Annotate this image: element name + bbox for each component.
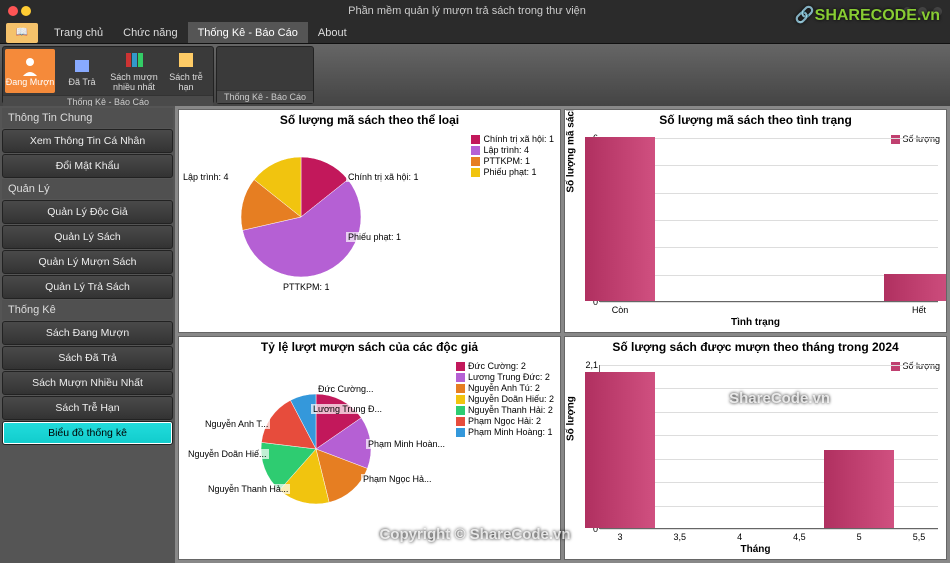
bar bbox=[585, 372, 655, 528]
window-min-icon[interactable] bbox=[21, 6, 31, 16]
legend-item: Lương Trung Đức: 2 bbox=[456, 372, 554, 382]
pie-callout: Lương Trung Đ... bbox=[311, 404, 384, 414]
x-tick: Còn bbox=[612, 305, 629, 315]
toolbar-group-label-2: Thống Kê - Báo Cáo bbox=[217, 90, 313, 103]
sidebar: Thông Tin Chung Xem Thông Tin Cá Nhân Đổ… bbox=[0, 106, 175, 563]
tab-chuc-nang[interactable]: Chức năng bbox=[113, 22, 187, 43]
sidebar-item-sach-dangmuon[interactable]: Sách Đang Mượn bbox=[2, 321, 173, 345]
legend-item: Chính trị xã hội: 1 bbox=[471, 134, 554, 144]
legend-item: Đức Cường: 2 bbox=[456, 361, 554, 371]
x-tick: 3 bbox=[617, 532, 622, 542]
return-icon bbox=[71, 54, 93, 76]
legend-item: Lập trình: 4 bbox=[471, 145, 554, 155]
pie-callout: Phiếu phạt: 1 bbox=[346, 232, 403, 242]
pie-callout: Đức Cường... bbox=[316, 384, 375, 394]
tool-sach-tre-han[interactable]: Sách trễ hạn bbox=[161, 49, 211, 93]
user-icon bbox=[19, 54, 41, 76]
legend-item: PTTKPM: 1 bbox=[471, 156, 554, 166]
chart-title: Số lượng sách được mượn theo tháng trong… bbox=[565, 337, 946, 356]
x-axis-label: Tình trạng bbox=[567, 317, 944, 328]
pie-callout: PTTKPM: 1 bbox=[281, 282, 332, 292]
legend-item: Nguyễn Anh Tú: 2 bbox=[456, 383, 554, 393]
chart-pie-docgia: Tỷ lệ lượt mượn sách của các độc giả Đức… bbox=[178, 336, 561, 560]
pie-callout: Chính trị xã hội: 1 bbox=[346, 172, 421, 182]
toolbar-group-2: Thống Kê - Báo Cáo bbox=[216, 46, 314, 104]
pie-callout: Nguyễn Doãn Hiế... bbox=[186, 449, 269, 459]
x-tick: Hết bbox=[912, 305, 926, 315]
window-title: Phần mềm quản lý mượn trả sách trong thư… bbox=[31, 5, 903, 17]
tab-thong-ke[interactable]: Thống Kê - Báo Cáo bbox=[188, 22, 308, 43]
pie-callout: Phạm Minh Hoàn... bbox=[366, 439, 447, 449]
tab-about[interactable]: About bbox=[308, 22, 357, 43]
sidebar-item-xem-thongtin[interactable]: Xem Thông Tin Cá Nhân bbox=[2, 129, 173, 153]
sidebar-header-thongke: Thống Kê bbox=[2, 300, 173, 320]
toolbar-group-1: Đang Mượn Đã Trả Sách mượn nhiều nhất Sá… bbox=[2, 46, 214, 104]
pie-legend: Đức Cường: 2Lương Trung Đức: 2Nguyễn Anh… bbox=[456, 361, 554, 438]
sidebar-item-ql-tra[interactable]: Quản Lý Trả Sách bbox=[2, 275, 173, 299]
bar bbox=[585, 137, 655, 301]
sidebar-item-doi-matkhau[interactable]: Đổi Mật Khẩu bbox=[2, 154, 173, 178]
sidebar-header-thongtin: Thông Tin Chung bbox=[2, 108, 173, 128]
x-tick: 3,5 bbox=[674, 532, 687, 542]
sidebar-header-quanly: Quản Lý bbox=[2, 179, 173, 199]
legend-item: Nguyễn Doãn Hiếu: 2 bbox=[456, 394, 554, 404]
legend-item: Nguyễn Thanh Hải: 2 bbox=[456, 405, 554, 415]
bar bbox=[824, 450, 894, 528]
sidebar-item-ql-muon[interactable]: Quản Lý Mượn Sách bbox=[2, 250, 173, 274]
titlebar: Phần mềm quản lý mượn trả sách trong thư… bbox=[0, 0, 950, 22]
legend-item: Phạm Minh Hoàng: 1 bbox=[456, 427, 554, 437]
pie-callout: Phạm Ngọc Hả... bbox=[361, 474, 434, 484]
chart-grid: Số lượng mã sách theo thể loại Chính trị… bbox=[175, 106, 950, 563]
window-close-icon[interactable] bbox=[8, 6, 18, 16]
chart-title: Số lượng mã sách theo tình trạng bbox=[565, 110, 946, 129]
x-tick: 4,5 bbox=[793, 532, 806, 542]
x-axis-label: Tháng bbox=[567, 544, 944, 555]
tab-trang-chu[interactable]: Trang chủ bbox=[44, 22, 113, 43]
chart-pie-theloai: Số lượng mã sách theo thể loại Chính trị… bbox=[178, 109, 561, 333]
pie-callout: Nguyễn Thanh Hả... bbox=[206, 484, 290, 494]
pie-legend: Chính trị xã hội: 1Lập trình: 4PTTKPM: 1… bbox=[471, 134, 554, 178]
sidebar-item-bieudo[interactable]: Biểu đồ thống kê bbox=[2, 421, 173, 445]
chart-bar-tinhtrang: Số lượng mã sách theo tình trạng Số lượn… bbox=[564, 109, 947, 333]
x-tick: 5,5 bbox=[913, 532, 926, 542]
chart-title: Số lượng mã sách theo thể loại bbox=[179, 110, 560, 129]
ribbon-toolbar: Đang Mượn Đã Trả Sách mượn nhiều nhất Sá… bbox=[0, 44, 950, 106]
sidebar-item-sach-muonnhieu[interactable]: Sách Mượn Nhiều Nhất bbox=[2, 371, 173, 395]
y-axis-label: Số lượng bbox=[566, 396, 577, 441]
legend-item: Phạm Ngọc Hải: 2 bbox=[456, 416, 554, 426]
pie-callout: Nguyễn Anh T... bbox=[203, 419, 270, 429]
y-axis-label: Số lượng mã sách bbox=[566, 109, 577, 193]
sidebar-item-ql-docgia[interactable]: Quản Lý Độc Giả bbox=[2, 200, 173, 224]
x-tick: 5 bbox=[857, 532, 862, 542]
pie-callout: Lập trình: 4 bbox=[181, 172, 231, 182]
chart-title: Tỷ lệ lượt mượn sách của các độc giả bbox=[179, 337, 560, 356]
sidebar-item-sach-datra[interactable]: Sách Đã Trả bbox=[2, 346, 173, 370]
overdue-icon bbox=[175, 49, 197, 71]
books-icon bbox=[123, 49, 145, 71]
chart-bar-thang: Số lượng sách được mượn theo tháng trong… bbox=[564, 336, 947, 560]
y-tick: 2,1 bbox=[582, 360, 598, 370]
legend-item: Phiếu phạt: 1 bbox=[471, 167, 554, 177]
tool-sach-muon-nhieu[interactable]: Sách mượn nhiều nhất bbox=[109, 49, 159, 93]
app-icon[interactable]: 📖 bbox=[6, 23, 38, 43]
ribbon-tabs: 📖 Trang chủ Chức năng Thống Kê - Báo Cáo… bbox=[0, 22, 950, 44]
tool-da-tra[interactable]: Đã Trả bbox=[57, 49, 107, 93]
bar bbox=[884, 274, 947, 301]
sidebar-item-sach-trehan[interactable]: Sách Trễ Hạn bbox=[2, 396, 173, 420]
sidebar-item-ql-sach[interactable]: Quản Lý Sách bbox=[2, 225, 173, 249]
x-tick: 4 bbox=[737, 532, 742, 542]
tool-dang-muon[interactable]: Đang Mượn bbox=[5, 49, 55, 93]
